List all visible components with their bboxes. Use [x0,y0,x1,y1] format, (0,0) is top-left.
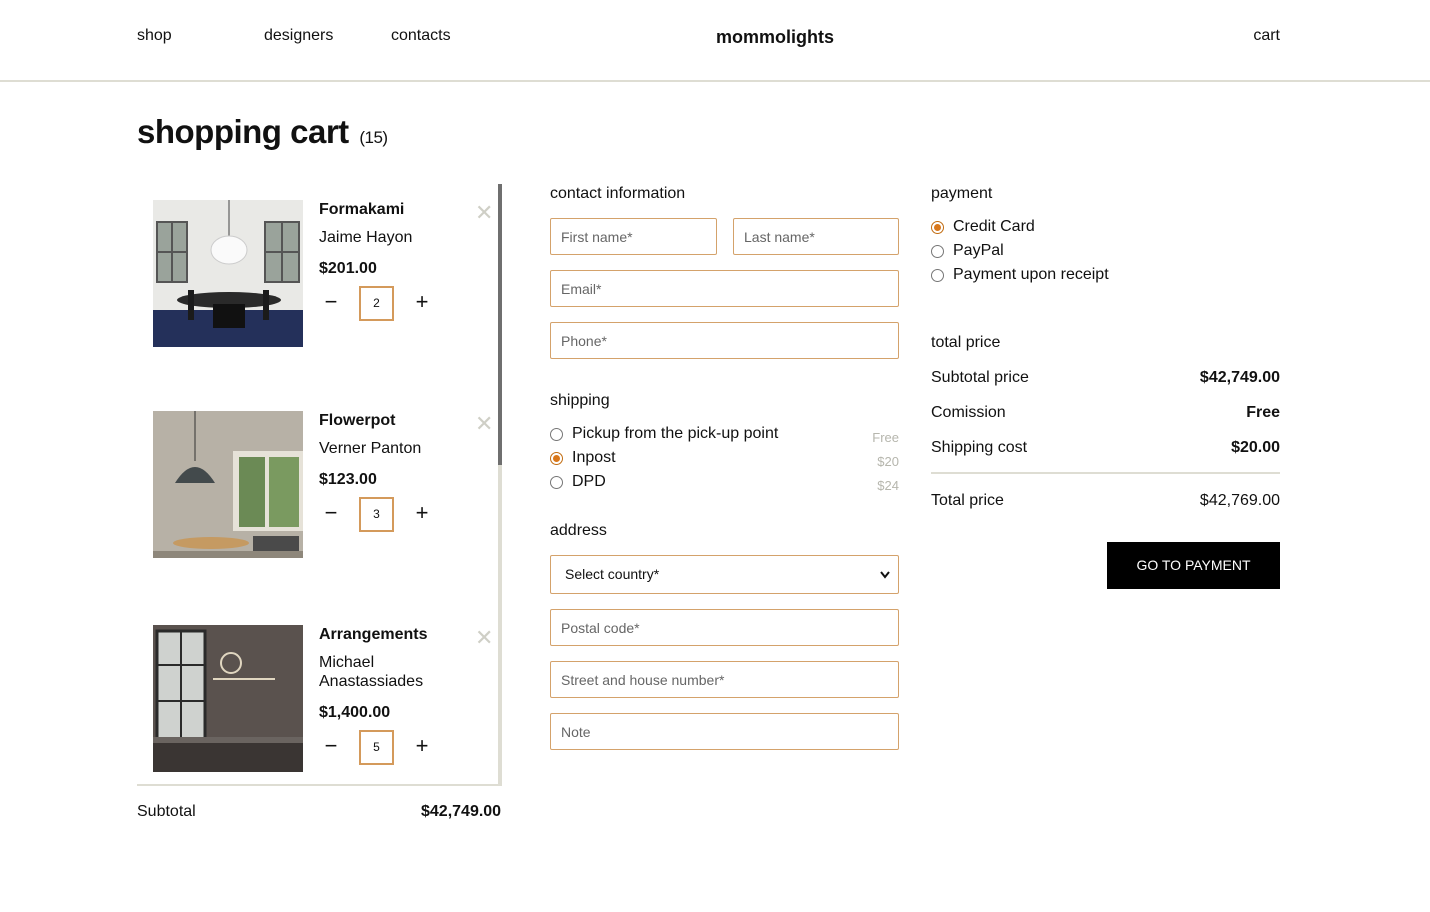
shipping-cost-value: $20.00 [1231,439,1280,456]
payment-option-label: Payment upon receipt [953,266,1109,283]
shipping-option-dpd[interactable]: DPD [550,472,606,492]
country-select[interactable]: Select country* [550,555,899,594]
shipping-option-label: Pickup from the pick-up point [572,425,779,442]
product-designer: Michael Anastassiades [319,654,424,690]
radio-button-selected[interactable] [550,451,563,465]
cart-item: Flowerpot Verner Panton $123.00 − 3 + ✕ [153,411,498,561]
product-designer: Jaime Hayon [319,229,413,246]
street-field[interactable] [550,661,899,698]
quantity-stepper: − 5 + [319,730,439,766]
product-image-flowerpot[interactable] [153,411,303,558]
totals-divider [931,472,1280,474]
shipping-section-title: shipping [550,392,610,409]
payment-option-label: PayPal [953,242,1004,259]
radio-button[interactable] [550,427,563,441]
cart-list[interactable]: Formakami Jaime Hayon $201.00 − 2 + ✕ Fl… [137,184,502,786]
decrease-quantity-button[interactable]: − [319,730,343,764]
radio-button[interactable] [931,244,944,258]
shipping-option-pickup[interactable]: Pickup from the pick-up point [550,424,778,444]
payment-option-label: Credit Card [953,218,1035,235]
commission-label: Comission [931,404,1006,421]
decrease-quantity-button[interactable]: − [319,497,343,531]
shipping-option-label: DPD [572,473,606,490]
radio-button[interactable] [550,475,563,489]
chevron-down-icon [880,556,890,608]
close-icon[interactable]: ✕ [475,200,493,226]
nav-contacts[interactable]: contacts [391,27,451,45]
cart-scrollbar-thumb[interactable] [498,184,502,465]
quantity-input[interactable]: 3 [359,497,394,532]
total-price-value: $42,769.00 [1199,492,1280,509]
increase-quantity-button[interactable]: + [410,497,434,531]
product-price: $1,400.00 [319,704,391,721]
phone-field[interactable] [550,322,899,359]
total-price-label: Total price [931,492,1004,509]
total-section-title: total price [931,334,1001,351]
first-name-field[interactable] [550,218,717,255]
country-select-value: Select country* [565,566,660,582]
cart-count: (15) [359,128,388,147]
shipping-option-inpost[interactable]: Inpost [550,448,616,468]
payment-section-title: payment [931,185,993,202]
shipping-price: $20 [877,454,899,469]
subtotal-price-label: Subtotal price [931,369,1029,386]
quantity-stepper: − 2 + [319,286,439,322]
radio-button[interactable] [931,268,944,282]
product-name[interactable]: Flowerpot [319,412,395,430]
subtotal-price-value: $42,749.00 [1199,369,1280,386]
increase-quantity-button[interactable]: + [410,730,434,764]
close-icon[interactable]: ✕ [475,625,493,651]
go-to-payment-button[interactable]: GO TO PAYMENT [1107,542,1280,589]
subtotal-label: Subtotal [137,803,196,820]
product-name[interactable]: Formakami [319,201,404,219]
nav-cart[interactable]: cart [1253,27,1280,45]
quantity-input[interactable]: 5 [359,730,394,765]
cart-item: Formakami Jaime Hayon $201.00 − 2 + ✕ [153,200,498,350]
subtotal-value: $42,749.00 [421,803,502,820]
product-price: $201.00 [319,260,377,277]
product-price: $123.00 [319,471,377,488]
decrease-quantity-button[interactable]: − [319,286,343,320]
radio-button-selected[interactable] [931,220,944,234]
product-image-formakami[interactable] [153,200,303,347]
last-name-field[interactable] [733,218,899,255]
nav-shop[interactable]: shop [137,27,172,45]
shipping-price: $24 [877,478,899,493]
shipping-price: Free [872,430,899,445]
payment-option-paypal[interactable]: PayPal [931,241,1004,261]
page-title: shopping cart (15) [137,113,388,151]
address-section-title: address [550,522,607,539]
commission-value: Free [1246,404,1280,421]
contact-section-title: contact information [550,185,686,202]
payment-option-receipt[interactable]: Payment upon receipt [931,265,1109,285]
product-designer: Verner Panton [319,440,422,457]
nav-designers[interactable]: designers [264,27,333,45]
close-icon[interactable]: ✕ [475,411,493,437]
postal-code-field[interactable] [550,609,899,646]
email-field[interactable] [550,270,899,307]
page-title-text: shopping cart [137,113,349,150]
payment-option-credit-card[interactable]: Credit Card [931,217,1035,237]
quantity-input[interactable]: 2 [359,286,394,321]
product-image-arrangements[interactable] [153,625,303,772]
note-field[interactable] [550,713,899,750]
product-name[interactable]: Arrangements [319,626,427,644]
increase-quantity-button[interactable]: + [410,286,434,320]
brand-logo[interactable]: mommolights [716,27,834,48]
site-header: shop designers contacts mommolights cart [0,0,1430,82]
shipping-cost-label: Shipping cost [931,439,1028,456]
quantity-stepper: − 3 + [319,497,439,533]
cart-item: Arrangements Michael Anastassiades $1,40… [153,625,498,775]
shipping-option-label: Inpost [572,449,616,466]
